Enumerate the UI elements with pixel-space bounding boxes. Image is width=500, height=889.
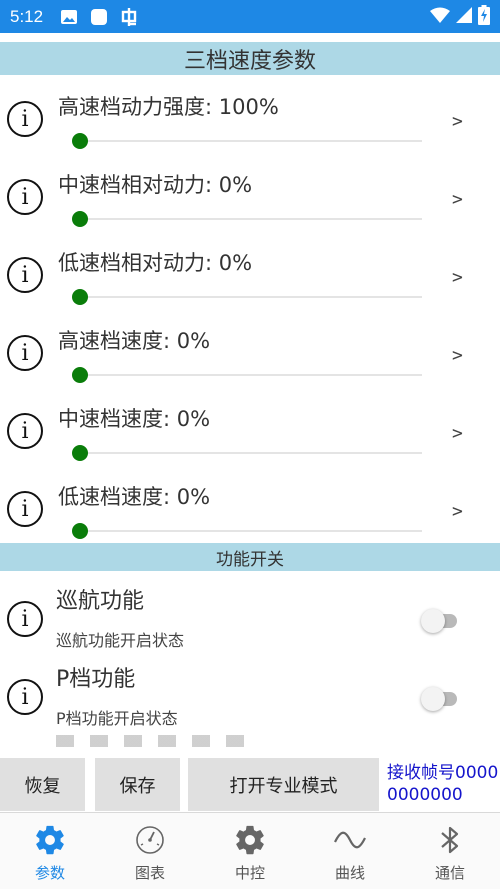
status-time: 5:12 <box>10 6 44 26</box>
gauge-icon <box>133 823 167 857</box>
chevron-right-icon[interactable]: > <box>452 501 463 522</box>
switch-title: P档功能 <box>56 667 136 692</box>
chevron-right-icon[interactable]: > <box>452 345 463 366</box>
nav-label: 图表 <box>134 864 165 882</box>
cruise-toggle-switch[interactable] <box>421 609 457 633</box>
pro-mode-button[interactable]: 打开专业模式 <box>188 758 379 811</box>
nav-item-curves[interactable]: 曲线 <box>300 813 400 889</box>
switch-row-cruise[interactable]: i 巡航功能 巡航功能开启状态 <box>0 571 500 650</box>
slider-track[interactable] <box>78 218 422 220</box>
param-row-low-power[interactable]: i 低速档相对动力: 0% > <box>0 231 500 309</box>
gear-icon <box>33 823 67 857</box>
nav-item-params[interactable]: 参数 <box>0 813 100 889</box>
nav-label: 参数 <box>34 864 65 882</box>
action-bar: 恢复 保存 打开专业模式 接收帧号00000000000 <box>0 755 500 812</box>
slider-thumb[interactable] <box>72 289 88 305</box>
info-icon[interactable]: i <box>7 601 43 637</box>
switch-subtitle: P档功能开启状态 <box>56 709 178 728</box>
slider-track[interactable] <box>78 452 422 454</box>
nav-item-control[interactable]: 中控 <box>200 813 300 889</box>
param-label: 高速档速度: 0% <box>58 329 211 353</box>
switch-title: 巡航功能 <box>56 589 145 614</box>
slider-thumb[interactable] <box>72 211 88 227</box>
chevron-right-icon[interactable]: > <box>452 267 463 288</box>
image-icon <box>59 7 79 27</box>
bluetooth-icon <box>433 823 467 857</box>
chevron-right-icon[interactable]: > <box>452 111 463 132</box>
info-icon[interactable]: i <box>7 491 43 527</box>
bottom-nav: 参数 图表 中控 曲线 通信 <box>0 812 500 889</box>
gear-icon <box>233 823 267 857</box>
info-icon[interactable]: i <box>7 679 43 715</box>
nav-item-charts[interactable]: 图表 <box>100 813 200 889</box>
info-icon[interactable]: i <box>7 335 43 371</box>
info-icon[interactable]: i <box>7 101 43 137</box>
info-icon[interactable]: i <box>7 413 43 449</box>
param-label: 中速档速度: 0% <box>58 407 211 431</box>
param-label: 中速档相对动力: 0% <box>58 173 253 197</box>
partial-list-item <box>0 727 500 747</box>
nav-label: 中控 <box>234 864 265 882</box>
param-label: 低速档相对动力: 0% <box>58 251 253 275</box>
wave-icon <box>333 823 367 857</box>
frame-counter-text: 接收帧号00000000000 <box>387 763 499 805</box>
restore-button[interactable]: 恢复 <box>0 758 85 811</box>
info-icon[interactable]: i <box>7 179 43 215</box>
battery-charging-icon <box>478 4 490 29</box>
chevron-right-icon[interactable]: > <box>452 189 463 210</box>
slider-track[interactable] <box>78 140 422 142</box>
slider-track[interactable] <box>78 530 422 532</box>
wifi-icon <box>430 7 450 27</box>
slider-thumb[interactable] <box>72 523 88 539</box>
slider-track[interactable] <box>78 374 422 376</box>
param-row-high-power[interactable]: i 高速档动力强度: 100% > <box>0 75 500 153</box>
function-section-title: 功能开关 <box>0 543 500 571</box>
save-button[interactable]: 保存 <box>95 758 180 811</box>
param-row-low-speed[interactable]: i 低速档速度: 0% > <box>0 465 500 543</box>
param-row-high-speed[interactable]: i 高速档速度: 0% > <box>0 309 500 387</box>
info-icon[interactable]: i <box>7 257 43 293</box>
nav-item-comm[interactable]: 通信 <box>400 813 500 889</box>
bug-icon <box>119 7 139 27</box>
parameter-panel[interactable]: 三档速度参数 i 高速档动力强度: 100% > i 中速档相对动力: 0% >… <box>0 33 500 755</box>
park-toggle-switch[interactable] <box>421 687 457 711</box>
switch-row-park[interactable]: i P档功能 P档功能开启状态 <box>0 649 500 728</box>
status-bar: 5:12 <box>0 0 500 33</box>
speed-section-title: 三档速度参数 <box>0 42 500 75</box>
param-label: 低速档速度: 0% <box>58 485 211 509</box>
slider-thumb[interactable] <box>72 133 88 149</box>
nav-label: 通信 <box>434 864 465 882</box>
app-square-icon <box>89 7 109 27</box>
switch-subtitle: 巡航功能开启状态 <box>56 631 185 650</box>
nav-label: 曲线 <box>334 864 365 882</box>
param-label: 高速档动力强度: 100% <box>58 95 279 119</box>
signal-icon <box>456 6 472 27</box>
param-row-mid-power[interactable]: i 中速档相对动力: 0% > <box>0 153 500 231</box>
slider-track[interactable] <box>78 296 422 298</box>
slider-thumb[interactable] <box>72 445 88 461</box>
chevron-right-icon[interactable]: > <box>452 423 463 444</box>
slider-thumb[interactable] <box>72 367 88 383</box>
param-row-mid-speed[interactable]: i 中速档速度: 0% > <box>0 387 500 465</box>
